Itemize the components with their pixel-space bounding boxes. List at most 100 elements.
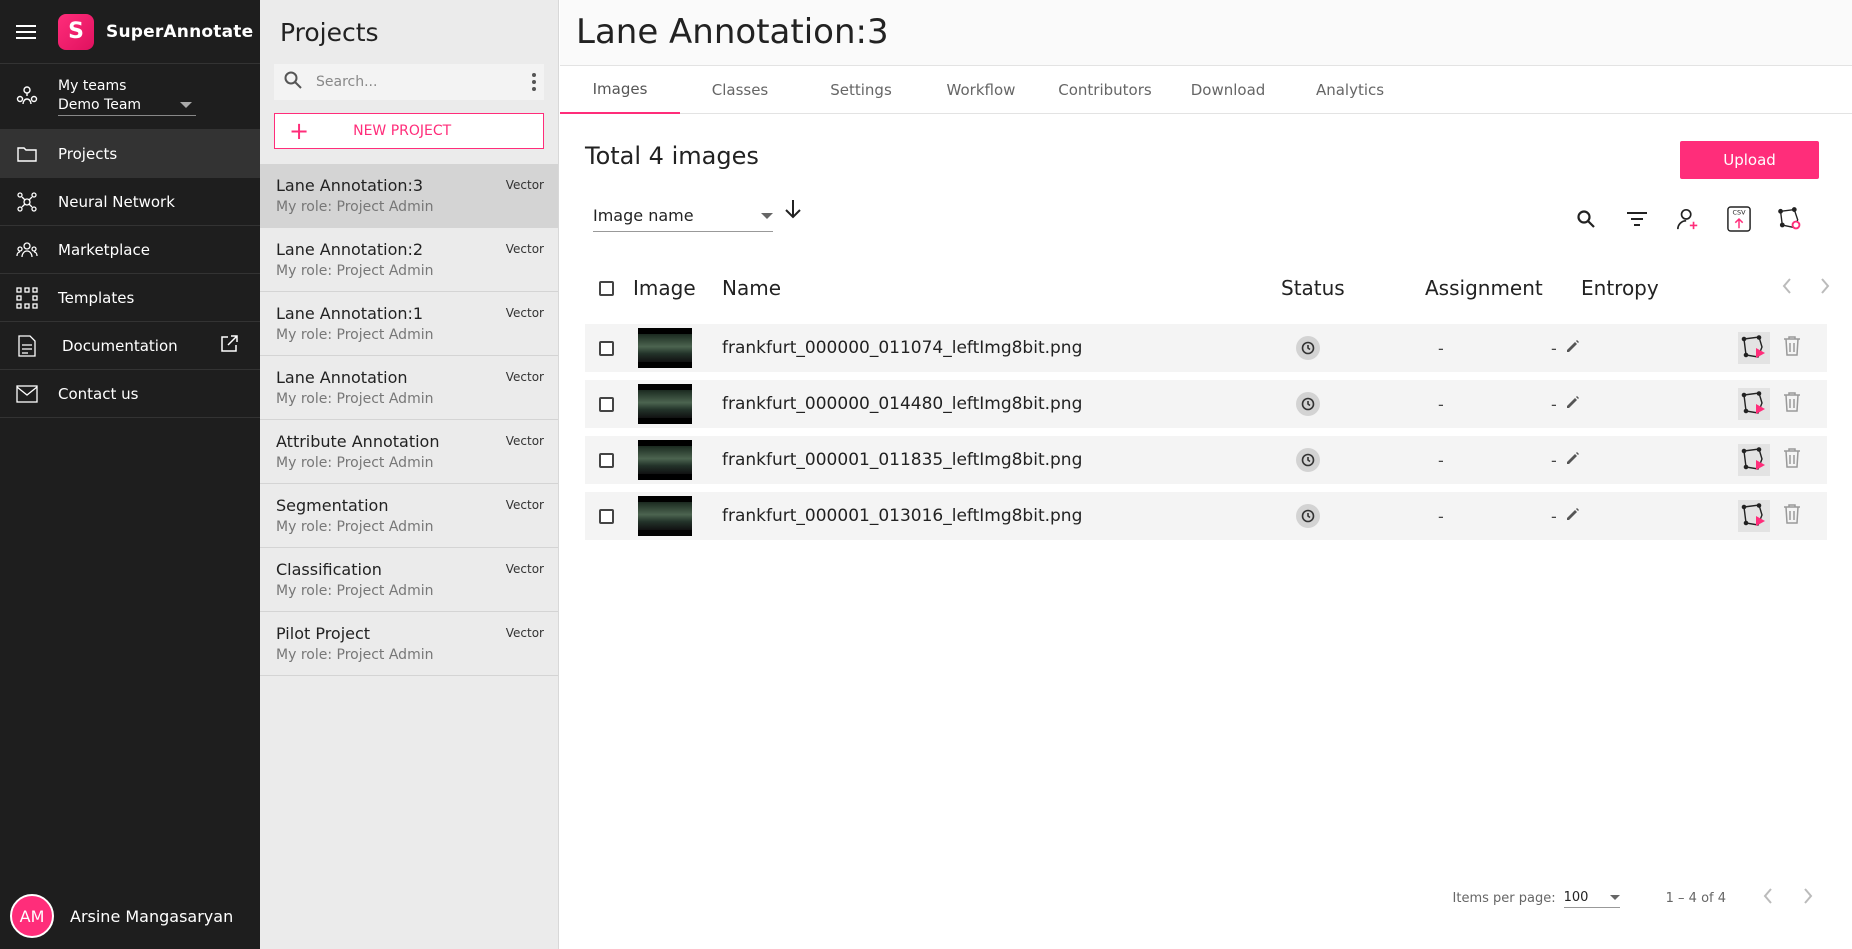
search-icon[interactable] xyxy=(1574,204,1598,234)
user-profile[interactable]: AM Arsine Mangasaryan xyxy=(0,883,260,949)
nav-item-label: Marketplace xyxy=(58,240,150,259)
tab-download[interactable]: Download xyxy=(1170,66,1286,114)
chevron-right-icon[interactable] xyxy=(1819,276,1831,300)
nav-item-documentation[interactable]: Documentation xyxy=(0,322,260,370)
table-header: Image Name Status Assignment Entropy xyxy=(585,268,1830,308)
assign-user-icon[interactable] xyxy=(1676,204,1700,234)
project-item[interactable]: Lane Annotation:1 My role: Project Admin… xyxy=(260,292,558,356)
sort-direction-icon[interactable] xyxy=(783,198,803,224)
project-type: Vector xyxy=(505,626,544,640)
project-role: My role: Project Admin xyxy=(276,391,434,407)
delete-icon[interactable] xyxy=(1783,447,1801,473)
image-thumbnail[interactable] xyxy=(638,384,692,424)
project-name: Lane Annotation xyxy=(276,368,408,387)
delete-icon[interactable] xyxy=(1783,391,1801,417)
filter-icon[interactable] xyxy=(1625,204,1649,234)
project-role: My role: Project Admin xyxy=(276,263,434,279)
column-assignment[interactable]: Assignment xyxy=(1425,276,1543,300)
pencil-icon[interactable] xyxy=(1565,338,1581,358)
image-table: frankfurt_000000_011074_leftImg8bit.png … xyxy=(585,324,1827,548)
project-item[interactable]: Classification My role: Project Admin Ve… xyxy=(260,548,558,612)
table-row[interactable]: frankfurt_000001_011835_leftImg8bit.png … xyxy=(585,436,1827,484)
row-checkbox[interactable] xyxy=(599,508,614,524)
project-search-input[interactable]: Search... xyxy=(274,64,544,100)
project-item[interactable]: Lane Annotation:2 My role: Project Admin… xyxy=(260,228,558,292)
nav-item-templates[interactable]: Templates xyxy=(0,274,260,322)
row-checkbox[interactable] xyxy=(599,340,614,356)
tab-workflow[interactable]: Workflow xyxy=(922,66,1040,114)
image-filename[interactable]: frankfurt_000001_013016_leftImg8bit.png xyxy=(722,506,1082,526)
menu-icon[interactable] xyxy=(16,24,36,39)
team-select[interactable]: Demo Team xyxy=(58,95,196,116)
items-per-page-select[interactable]: 100 xyxy=(1563,888,1620,908)
image-filename[interactable]: frankfurt_000000_014480_leftImg8bit.png xyxy=(722,394,1082,414)
image-filename[interactable]: frankfurt_000001_011835_leftImg8bit.png xyxy=(722,450,1082,470)
nav-item-label: Projects xyxy=(58,144,118,163)
teams-icon xyxy=(16,84,38,110)
new-project-label: NEW PROJECT xyxy=(353,123,452,139)
image-thumbnail[interactable] xyxy=(638,496,692,536)
pencil-icon[interactable] xyxy=(1565,506,1581,526)
table-row[interactable]: frankfurt_000000_014480_leftImg8bit.png … xyxy=(585,380,1827,428)
upload-button[interactable]: Upload xyxy=(1680,141,1819,179)
items-per-page-value: 100 xyxy=(1563,890,1589,905)
nav-item-projects[interactable]: Projects xyxy=(0,130,260,178)
open-annotation-tool-icon[interactable] xyxy=(1738,388,1770,420)
row-checkbox[interactable] xyxy=(599,452,614,468)
more-options-icon[interactable] xyxy=(524,73,544,91)
table-row[interactable]: frankfurt_000001_013016_leftImg8bit.png … xyxy=(585,492,1827,540)
next-page-icon[interactable] xyxy=(1802,887,1814,909)
project-name: Classification xyxy=(276,560,382,579)
image-thumbnail[interactable] xyxy=(638,440,692,480)
row-checkbox[interactable] xyxy=(599,396,614,412)
table-row[interactable]: frankfurt_000000_011074_leftImg8bit.png … xyxy=(585,324,1827,372)
chevron-down-icon xyxy=(1609,895,1620,900)
csv-upload-icon[interactable]: CSV xyxy=(1727,204,1751,234)
nav-item-marketplace[interactable]: Marketplace xyxy=(0,226,260,274)
project-type: Vector xyxy=(505,434,544,448)
open-annotation-tool-icon[interactable] xyxy=(1738,332,1770,364)
avatar[interactable]: AM xyxy=(10,894,54,938)
marketplace-icon xyxy=(16,239,38,261)
total-images-count: Total 4 images xyxy=(585,142,759,170)
status-clock-icon xyxy=(1296,448,1320,472)
chevron-left-icon[interactable] xyxy=(1781,276,1793,300)
image-thumbnail[interactable] xyxy=(638,328,692,368)
column-entropy[interactable]: Entropy xyxy=(1581,276,1659,300)
open-annotation-tool-icon[interactable] xyxy=(1738,500,1770,532)
image-filename[interactable]: frankfurt_000000_011074_leftImg8bit.png xyxy=(722,338,1082,358)
previous-page-icon[interactable] xyxy=(1762,887,1774,909)
project-item[interactable]: Segmentation My role: Project Admin Vect… xyxy=(260,484,558,548)
new-project-button[interactable]: + NEW PROJECT xyxy=(274,113,544,149)
team-switcher: My teams Demo Team xyxy=(0,64,260,130)
tab-contributors[interactable]: Contributors xyxy=(1040,66,1170,114)
pencil-icon[interactable] xyxy=(1565,450,1581,470)
sort-by-select[interactable]: Image name xyxy=(593,200,773,232)
pencil-icon[interactable] xyxy=(1565,394,1581,414)
neural-network-icon xyxy=(16,191,38,213)
tab-images[interactable]: Images xyxy=(560,66,680,114)
tab-settings[interactable]: Settings xyxy=(800,66,922,114)
brand-name[interactable]: SuperAnnotate xyxy=(106,22,253,42)
brand-logo-icon[interactable]: S xyxy=(58,13,94,50)
nav-item-neural-network[interactable]: Neural Network xyxy=(0,178,260,226)
tab-analytics[interactable]: Analytics xyxy=(1286,66,1414,114)
project-name: Lane Annotation:2 xyxy=(276,240,424,259)
templates-icon xyxy=(16,286,38,309)
column-status[interactable]: Status xyxy=(1281,276,1345,300)
project-item[interactable]: Attribute Annotation My role: Project Ad… xyxy=(260,420,558,484)
tab-classes[interactable]: Classes xyxy=(680,66,800,114)
delete-icon[interactable] xyxy=(1783,335,1801,361)
column-name[interactable]: Name xyxy=(722,276,781,300)
project-item[interactable]: Pilot Project My role: Project Admin Vec… xyxy=(260,612,558,676)
annotation-settings-icon[interactable] xyxy=(1778,204,1802,234)
projects-title: Projects xyxy=(280,18,379,47)
nav-item-contact-us[interactable]: Contact us xyxy=(0,370,260,418)
project-type: Vector xyxy=(505,370,544,384)
select-all-checkbox[interactable] xyxy=(599,280,614,296)
project-item[interactable]: Lane Annotation:3 My role: Project Admin… xyxy=(260,164,558,228)
project-item[interactable]: Lane Annotation My role: Project Admin V… xyxy=(260,356,558,420)
nav-item-label: Templates xyxy=(58,288,135,307)
open-annotation-tool-icon[interactable] xyxy=(1738,444,1770,476)
delete-icon[interactable] xyxy=(1783,503,1801,529)
